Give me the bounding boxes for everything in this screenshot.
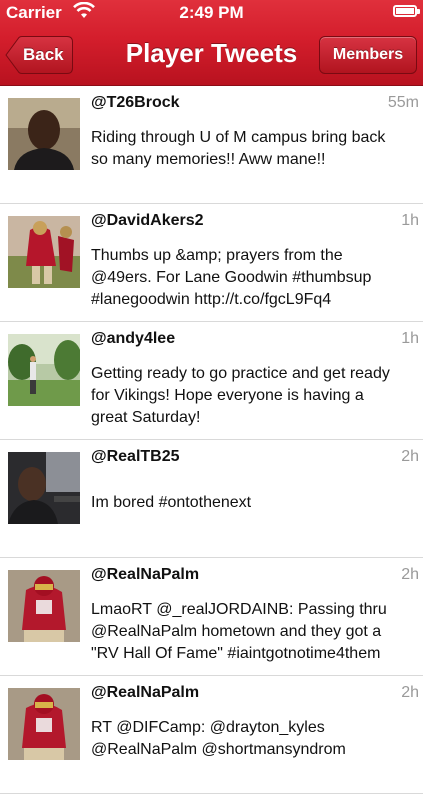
tweet-text: RT @DIFCamp: @drayton_kyles @RealNaPalm … (91, 719, 346, 758)
battery-icon (393, 5, 420, 17)
tweet-row[interactable]: @RealNaPalm 2h LmaoRT @_realJORDAINB: Pa… (0, 558, 423, 676)
tweet-row[interactable]: @T26Brock 55m Riding through U of M camp… (0, 86, 423, 204)
status-bar: Carrier 2:49 PM (0, 0, 423, 26)
tweet-handle: @RealNaPalm (91, 566, 200, 583)
clock-time: 2:49 PM (179, 3, 244, 22)
header: Carrier 2:49 PM Back Player Tweets Membe… (0, 0, 423, 86)
avatar (8, 570, 80, 642)
avatar (8, 216, 80, 288)
tweet-text: Im bored #ontothenext (91, 494, 252, 511)
tweet-age: 1h (401, 330, 419, 347)
tweet-text: Riding through U of M campus bring back … (91, 129, 386, 168)
members-button[interactable]: Members (319, 36, 417, 74)
tweet-handle: @DavidAkers2 (91, 212, 204, 229)
tweet-handle: @RealTB25 (91, 448, 180, 465)
avatar (8, 452, 80, 524)
tweet-handle: @RealNaPalm (91, 684, 200, 701)
tweet-text: Thumbs up &amp; prayers from the @49ers.… (91, 247, 372, 308)
tweet-age: 2h (401, 566, 419, 583)
tweet-age: 1h (401, 212, 419, 229)
tweet-age: 2h (401, 684, 419, 701)
avatar (8, 688, 80, 760)
tweet-list: @T26Brock 55m Riding through U of M camp… (0, 86, 423, 794)
tweet-text: Getting ready to go practice and get rea… (91, 365, 390, 426)
tweet-text: LmaoRT @_realJORDAINB: Passing thru @Rea… (91, 601, 387, 662)
tweet-age: 2h (401, 448, 419, 465)
tweet-handle: @T26Brock (91, 94, 180, 111)
tweet-row[interactable]: @RealTB25 2h Im bored #ontothenext (0, 440, 423, 558)
tweet-row[interactable]: @DavidAkers2 1h Thumbs up &amp; prayers … (0, 204, 423, 322)
tweet-age: 55m (387, 94, 419, 111)
avatar (8, 98, 80, 170)
avatar (8, 334, 80, 406)
tweet-row[interactable]: @andy4lee 1h Getting ready to go practic… (0, 322, 423, 440)
tweet-handle: @andy4lee (91, 330, 176, 347)
tweet-row[interactable]: @RealNaPalm 2h RT @DIFCamp: @drayton_kyl… (0, 676, 423, 794)
